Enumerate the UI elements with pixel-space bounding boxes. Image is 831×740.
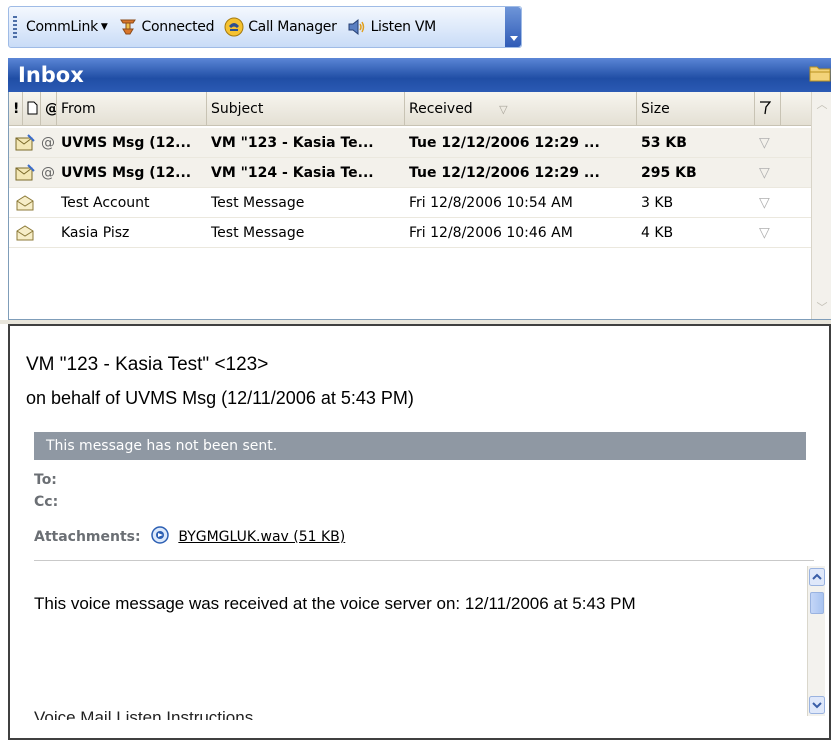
voicemail-message-icon	[9, 163, 41, 182]
header-body-divider	[34, 560, 814, 561]
size-column-header[interactable]: Size	[637, 92, 755, 126]
speaker-icon	[348, 18, 364, 36]
message-size: 4 KB	[641, 224, 674, 241]
message-received: Fri 12/8/2006 10:54 AM	[409, 194, 573, 211]
message-received: Tue 12/12/2006 12:29 ...	[409, 134, 600, 151]
message-received: Tue 12/12/2006 12:29 ...	[409, 164, 600, 181]
message-from: UVMS Msg (12...	[61, 134, 192, 151]
message-list-scrollbar[interactable]: ︿ ﹀	[811, 92, 831, 319]
commlink-toolbar: CommLink ▼ Connected Call Manager Listen…	[8, 6, 522, 48]
folder-icon[interactable]	[809, 64, 831, 82]
message-body-text: This voice message was received at the v…	[34, 594, 636, 613]
table-row[interactable]: Kasia Pisz Test Message Fri 12/8/2006 10…	[9, 218, 812, 248]
cc-label: Cc:	[34, 494, 59, 510]
inbox-header: Inbox	[8, 58, 831, 92]
attachment-link[interactable]: BYGMGLUK.wav (51 KB)	[178, 529, 345, 545]
connected-button[interactable]: Connected	[113, 11, 220, 43]
audio-file-icon	[151, 526, 170, 544]
reading-sender-info: on behalf of UVMS Msg (12/11/2006 at 5:4…	[26, 388, 414, 408]
attachments-label: Attachments:	[34, 529, 141, 545]
table-row[interactable]: @ UVMS Msg (12... VM "124 - Kasia Te... …	[9, 158, 812, 188]
flag-icon[interactable]: ▽	[755, 165, 781, 181]
message-size: 3 KB	[641, 194, 674, 211]
attachments-row: Attachments: BYGMGLUK.wav (51 KB)	[34, 526, 345, 545]
paperclip-icon: @	[41, 134, 55, 151]
message-subject: VM "123 - Kasia Te...	[211, 134, 374, 151]
message-received: Fri 12/8/2006 10:46 AM	[409, 224, 573, 241]
toolbar-grip-handle[interactable]	[13, 16, 17, 38]
flag-icon[interactable]: ▽	[755, 195, 781, 211]
scroll-thumb[interactable]	[810, 592, 824, 614]
to-label: To:	[34, 472, 57, 488]
message-from: UVMS Msg (12...	[61, 164, 192, 181]
call-manager-label: Call Manager	[248, 19, 337, 35]
document-icon	[27, 101, 38, 115]
message-list: ! @ From Subject Received ▽ Size	[8, 92, 831, 320]
envelope-read-icon	[9, 194, 41, 211]
received-column-header[interactable]: Received ▽	[405, 92, 637, 126]
scroll-down-arrow-icon[interactable]	[809, 696, 825, 714]
connected-label: Connected	[141, 19, 215, 35]
connection-icon	[119, 19, 136, 35]
flag-icon[interactable]: ▽	[755, 225, 781, 241]
scroll-up-arrow-icon[interactable]	[809, 568, 825, 586]
flag-icon	[760, 101, 772, 115]
importance-column-header[interactable]: !	[9, 92, 23, 126]
item-type-column-header[interactable]	[23, 92, 41, 126]
from-column-header[interactable]: From	[57, 92, 207, 126]
info-bar[interactable]: This message has not been sent.	[34, 432, 806, 460]
paperclip-icon: @	[41, 164, 55, 181]
message-size: 53 KB	[641, 134, 687, 151]
reading-subject: VM "123 - Kasia Test" <123>	[26, 354, 269, 375]
scroll-up-arrow-icon[interactable]: ︿	[814, 96, 830, 112]
paperclip-icon: @	[45, 101, 56, 117]
message-from: Test Account	[61, 194, 150, 211]
call-manager-button[interactable]: Call Manager	[219, 11, 341, 43]
flag-column-header[interactable]	[755, 92, 781, 126]
message-from: Kasia Pisz	[61, 224, 130, 241]
commlink-label: CommLink	[26, 19, 98, 35]
message-body-heading: Voice Mail Listen Instructions	[34, 708, 254, 720]
envelope-read-icon	[9, 224, 41, 241]
message-subject: Test Message	[211, 194, 305, 211]
subject-column-header[interactable]: Subject	[207, 92, 405, 126]
attachment-column-header[interactable]: @	[41, 92, 57, 126]
flag-icon[interactable]: ▽	[755, 135, 781, 151]
sort-descending-icon: ▽	[499, 103, 508, 116]
table-row[interactable]: @ UVMS Msg (12... VM "123 - Kasia Te... …	[9, 128, 812, 158]
message-subject: VM "124 - Kasia Te...	[211, 164, 374, 181]
scroll-down-arrow-icon[interactable]: ﹀	[814, 299, 830, 315]
table-row[interactable]: Test Account Test Message Fri 12/8/2006 …	[9, 188, 812, 218]
listen-vm-button[interactable]: Listen VM	[342, 11, 441, 43]
message-size: 295 KB	[641, 164, 697, 181]
reading-pane: VM "123 - Kasia Test" <123> on behalf of…	[8, 324, 831, 740]
message-subject: Test Message	[211, 224, 305, 241]
message-body-scrollbar[interactable]	[807, 566, 825, 716]
listen-vm-label: Listen VM	[370, 19, 437, 35]
voicemail-message-icon	[9, 133, 41, 152]
toolbar-overflow-chevron[interactable]	[505, 7, 521, 47]
column-header-bar: ! @ From Subject Received ▽ Size	[9, 92, 812, 126]
inbox-title: Inbox	[18, 63, 84, 87]
commlink-menu-button[interactable]: CommLink ▼	[21, 11, 113, 43]
call-manager-icon	[224, 17, 244, 37]
dropdown-caret-icon: ▼	[100, 22, 108, 32]
